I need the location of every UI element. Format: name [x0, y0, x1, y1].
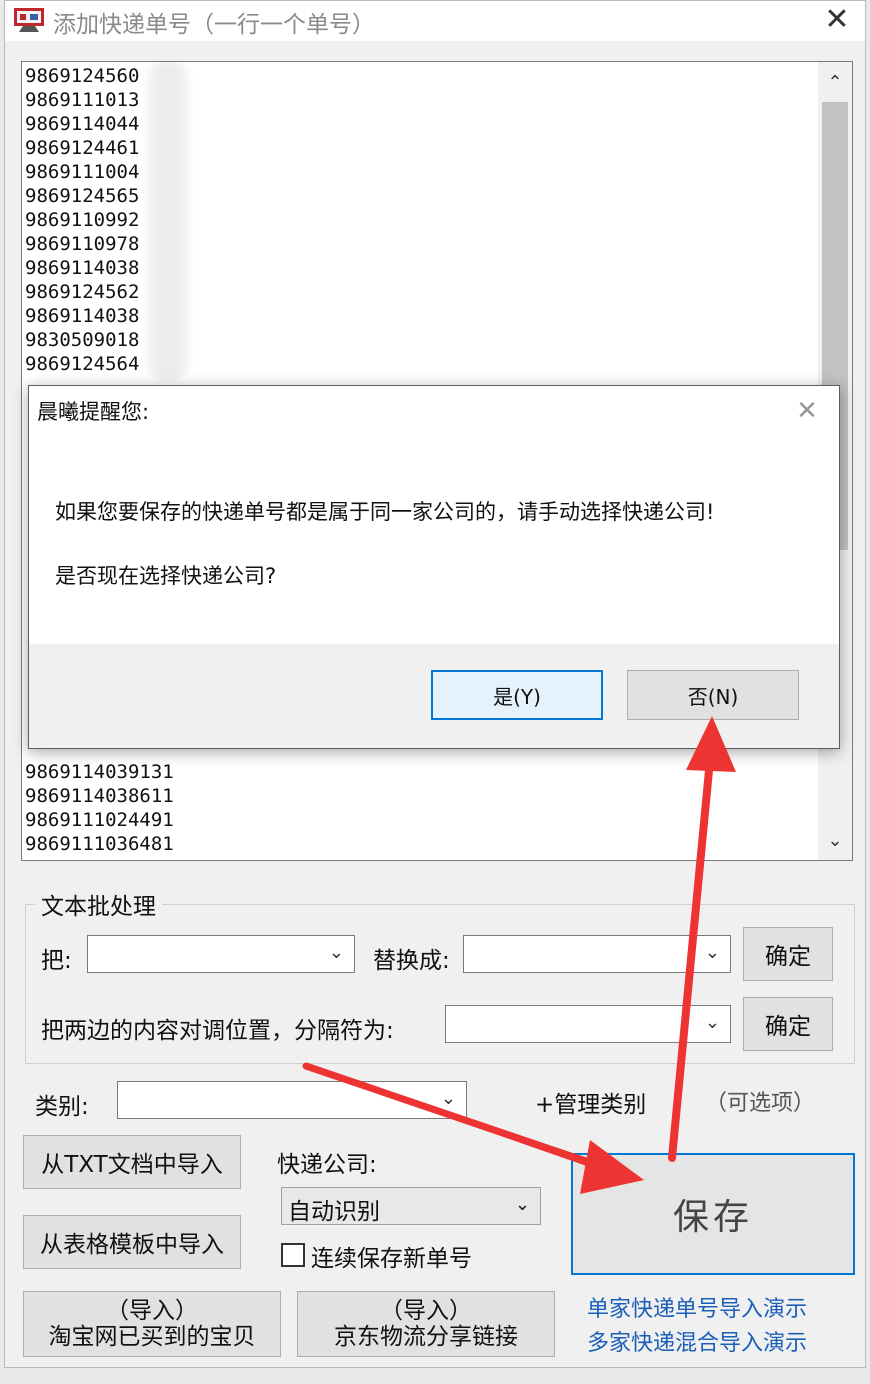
- manage-category-link[interactable]: +管理类别: [535, 1085, 646, 1119]
- window-title: 添加快递单号（一行一个单号）: [53, 12, 375, 38]
- company-selected-value: 自动识别: [288, 1199, 380, 1225]
- dialog-close-icon[interactable]: ✕: [787, 394, 827, 428]
- chevron-down-icon: ⌄: [514, 1194, 530, 1215]
- list-item: 9869114044: [25, 113, 140, 135]
- chevron-down-icon: ⌄: [328, 942, 344, 963]
- list-item: 9869110992: [25, 209, 140, 231]
- chevron-down-icon: ⌄: [704, 942, 720, 963]
- optional-hint: （可选项）: [705, 1091, 816, 1116]
- import-taobao-line2: 淘宝网已买到的宝贝: [48, 1324, 256, 1350]
- list-item: 9869110978: [25, 233, 140, 255]
- list-item: 9869111024491: [25, 809, 174, 831]
- chevron-down-icon: ⌄: [704, 1012, 720, 1033]
- list-item: 9869124565: [25, 185, 140, 207]
- dialog-footer: 是(Y) 否(N): [29, 644, 839, 748]
- reminder-dialog: 晨曦提醒您: ✕ 如果您要保存的快递单号都是属于同一家公司的，请手动选择快递公司…: [28, 385, 840, 749]
- import-jd-line2: 京东物流分享链接: [334, 1324, 518, 1350]
- privacy-blur-mask: [146, 62, 190, 380]
- list-item: 9869114039131: [25, 761, 174, 783]
- import-template-button[interactable]: 从表格模板中导入: [23, 1215, 241, 1269]
- multi-demo-link[interactable]: 多家快递混合导入演示: [587, 1325, 807, 1357]
- list-item: 9869114038: [25, 257, 140, 279]
- scroll-down-icon[interactable]: ⌄: [818, 824, 852, 858]
- dialog-title: 晨曦提醒您:: [37, 400, 150, 424]
- company-select[interactable]: 自动识别 ⌄: [281, 1187, 541, 1225]
- batch-group-legend: 文本批处理: [35, 887, 162, 921]
- continuous-save-checkbox[interactable]: [281, 1243, 305, 1267]
- list-item: 9869124461: [25, 137, 140, 159]
- list-item: 9869114038: [25, 305, 140, 327]
- dialog-yes-button[interactable]: 是(Y): [431, 670, 603, 720]
- category-combo[interactable]: ⌄: [117, 1081, 467, 1119]
- find-combo[interactable]: ⌄: [87, 935, 355, 973]
- import-taobao-button[interactable]: （导入） 淘宝网已买到的宝贝: [23, 1291, 281, 1357]
- list-item: 9869124562: [25, 281, 140, 303]
- app-icon: [14, 8, 44, 32]
- import-jd-button[interactable]: （导入） 京东物流分享链接: [297, 1291, 555, 1357]
- list-item: 9869111004: [25, 161, 140, 183]
- dialog-message-line1: 如果您要保存的快递单号都是属于同一家公司的，请手动选择快递公司!: [55, 500, 715, 524]
- window-close-icon[interactable]: ✕: [817, 3, 857, 37]
- category-label: 类别:: [35, 1094, 89, 1120]
- find-label: 把:: [41, 948, 72, 974]
- import-jd-line1: （导入）: [380, 1298, 472, 1324]
- list-item: 9869124560: [25, 65, 140, 87]
- swap-label: 把两边的内容对调位置，分隔符为:: [41, 1018, 394, 1044]
- list-item: 9869124564: [25, 353, 140, 375]
- replace-combo[interactable]: ⌄: [463, 935, 731, 973]
- dialog-message-line2: 是否现在选择快递公司?: [55, 564, 277, 588]
- list-item: 9830509018: [25, 329, 140, 351]
- separator-combo[interactable]: ⌄: [445, 1005, 731, 1043]
- list-item: 9869111036481: [25, 833, 174, 855]
- dialog-no-button[interactable]: 否(N): [627, 670, 799, 720]
- import-taobao-line1: （导入）: [106, 1298, 198, 1324]
- chevron-down-icon: ⌄: [440, 1088, 456, 1109]
- single-demo-link[interactable]: 单家快递单号导入演示: [587, 1291, 807, 1323]
- save-button[interactable]: 保存: [571, 1153, 855, 1275]
- replace-confirm-button[interactable]: 确定: [743, 927, 833, 981]
- company-label: 快递公司:: [277, 1152, 377, 1178]
- scroll-up-icon[interactable]: ⌃: [818, 66, 852, 100]
- swap-confirm-button[interactable]: 确定: [743, 997, 833, 1051]
- continuous-save-label[interactable]: 连续保存新单号: [311, 1239, 472, 1273]
- list-item: 9869114038611: [25, 785, 174, 807]
- title-bar: 添加快递单号（一行一个单号） ✕: [5, 1, 865, 41]
- list-item: 9869111013: [25, 89, 140, 111]
- replace-label: 替换成:: [373, 948, 450, 974]
- import-txt-button[interactable]: 从TXT文档中导入: [23, 1135, 241, 1189]
